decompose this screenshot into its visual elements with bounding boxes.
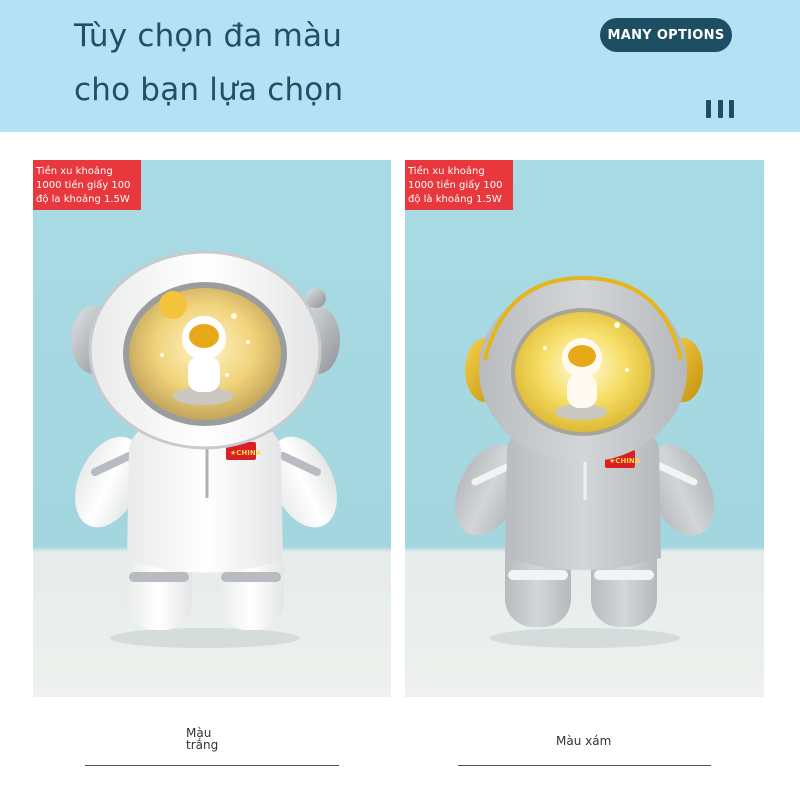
spec-label-white: Tiền xu khoảng 1000 tiền giấy 100 độ la … [33, 160, 141, 210]
caption-grey: Màu xám [556, 734, 612, 748]
grey-astronaut-lamp-image: ★CHINA [455, 275, 714, 648]
white-astronaut-lamp-image: ★CHINA [71, 250, 340, 648]
headline-line-2: cho bạn lựa chọn [74, 72, 344, 108]
product-photo-grey: ★CHINA Tiền xu khoảng 1000 tiền giấy 100… [405, 160, 764, 697]
headline-line-1: Tùy chọn đa màu [74, 18, 343, 54]
product-photo-white: ★CHINA Tiền xu khoảng 1000 tiền giấy 100… [33, 160, 391, 697]
spec-label-grey: Tiền xu khoảng 1000 tiền giấy 100 độ là … [405, 160, 513, 210]
header-banner: Tùy chọn đa màu cho bạn lựa chọn MANY OP… [0, 0, 800, 132]
svg-text:★CHINA: ★CHINA [609, 457, 641, 465]
many-options-badge: MANY OPTIONS [600, 18, 732, 52]
caption-white: Màu trắng [186, 726, 219, 752]
divider-left [85, 765, 339, 766]
divider-right [458, 765, 711, 766]
three-bars-icon [706, 100, 734, 118]
svg-text:★CHINA: ★CHINA [230, 449, 262, 457]
